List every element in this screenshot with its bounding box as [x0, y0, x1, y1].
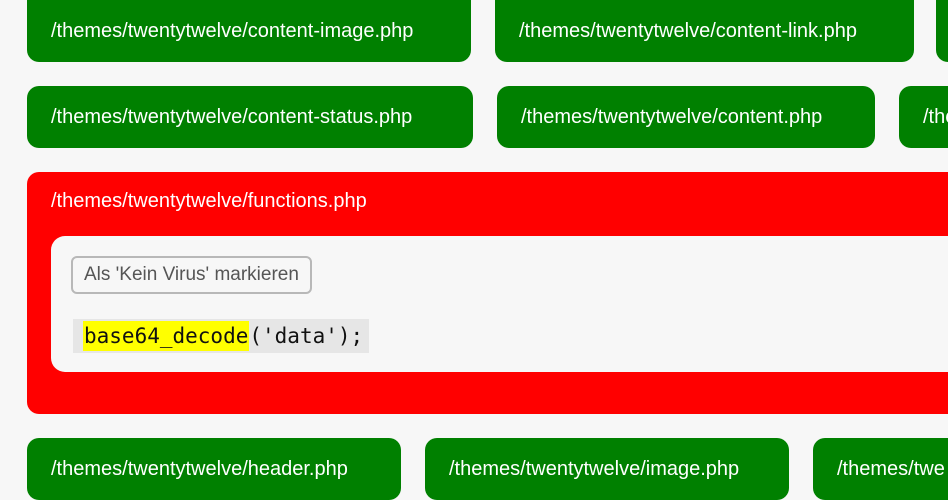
- file-path-label: /themes/twentytwelve/content-status.php: [51, 106, 413, 128]
- file-button-partial[interactable]: [936, 0, 948, 62]
- file-path-label: /the: [923, 106, 948, 128]
- file-path-label: /themes/twentytwelve/image.php: [449, 458, 740, 480]
- file-button-content-status[interactable]: /themes/twentytwelve/content-status.php: [27, 86, 473, 148]
- file-path-label: /themes/twentytwelve/content-image.php: [51, 20, 414, 42]
- file-button-partial[interactable]: /the: [899, 86, 948, 148]
- file-button-image[interactable]: /themes/twentytwelve/image.php: [425, 438, 789, 500]
- infected-file-panel: /themes/twentytwelve/functions.php Als '…: [27, 172, 948, 414]
- file-path-label: /themes/twentytwelve/content.php: [521, 106, 823, 128]
- mark-not-virus-button[interactable]: Als 'Kein Virus' markieren: [71, 256, 312, 294]
- file-path-label: /themes/twe: [837, 458, 945, 480]
- infected-file-path: /themes/twentytwelve/functions.php: [51, 190, 367, 212]
- file-button-partial[interactable]: /themes/twe: [813, 438, 948, 500]
- file-button-content[interactable]: /themes/twentytwelve/content.php: [497, 86, 875, 148]
- file-button-content-image[interactable]: /themes/twentytwelve/content-image.php: [27, 0, 471, 62]
- file-button-header[interactable]: /themes/twentytwelve/header.php: [27, 438, 401, 500]
- file-path-label: /themes/twentytwelve/content-link.php: [519, 20, 857, 42]
- file-button-content-link[interactable]: /themes/twentytwelve/content-link.php: [495, 0, 914, 62]
- code-rest: ('data');: [249, 324, 364, 348]
- file-path-label: /themes/twentytwelve/header.php: [51, 458, 348, 480]
- code-snippet: base64_decode ('data');: [73, 319, 370, 353]
- code-match-highlight: base64_decode: [83, 321, 250, 351]
- infected-file-details: Als 'Kein Virus' markieren base64_decode…: [51, 236, 948, 372]
